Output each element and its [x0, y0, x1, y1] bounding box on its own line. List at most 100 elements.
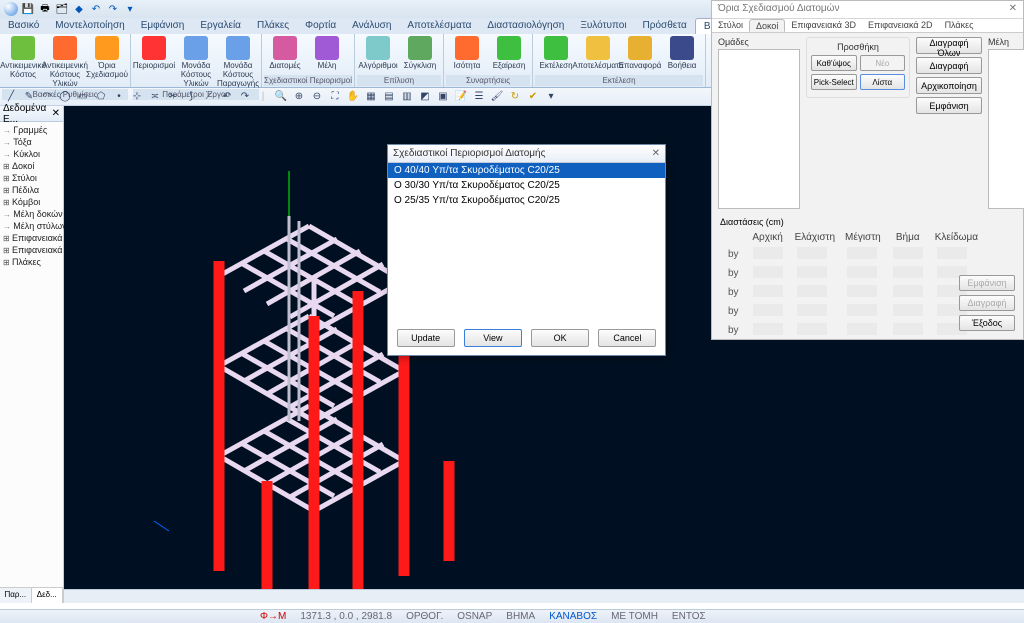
- ribbon-button[interactable]: Μονάδα Κόστους Υλικών: [175, 35, 217, 89]
- dropdown-icon[interactable]: ▾: [123, 2, 137, 16]
- ribbon-button[interactable]: Περιορισμοί: [133, 35, 175, 89]
- tool-zoomfit-icon[interactable]: ⛶: [327, 90, 343, 104]
- side-panel-tab[interactable]: Παρ...: [0, 588, 32, 603]
- dialog-list[interactable]: O 40/40 Υπ/τα Σκυροδέματος C20/25O 30/30…: [388, 163, 665, 323]
- tool-check-icon[interactable]: ✔: [525, 90, 541, 104]
- tool-front-icon[interactable]: ▦: [363, 90, 379, 104]
- tool-rect-icon[interactable]: ▭: [75, 90, 91, 104]
- tree-node[interactable]: Επιφανειακά 2: [3, 232, 60, 244]
- status-item[interactable]: ΜΕ ΤΟΜΗ: [611, 611, 658, 622]
- dims-cell[interactable]: [847, 323, 877, 335]
- tool-redo-icon[interactable]: ↷: [237, 90, 253, 104]
- status-item[interactable]: ΕΝΤΟΣ: [672, 611, 706, 622]
- dims-cell[interactable]: [893, 304, 923, 316]
- status-item[interactable]: ΚΑΝΑΒΟΣ: [549, 611, 597, 622]
- app-orb-icon[interactable]: [4, 2, 18, 16]
- ribbon-tab[interactable]: Βασικό: [0, 18, 47, 34]
- ribbon-tab[interactable]: Ανάλυση: [344, 18, 399, 34]
- tree-node[interactable]: Κόμβοι: [3, 196, 60, 208]
- side-footer-button[interactable]: Εμφάνιση: [959, 275, 1015, 291]
- dims-cell[interactable]: [937, 247, 967, 259]
- ribbon-button[interactable]: Μονάδα Κόστους Παραγωγής: [217, 35, 259, 89]
- dims-cell[interactable]: [893, 285, 923, 297]
- dims-cell[interactable]: [847, 285, 877, 297]
- tree-node[interactable]: Δοκοί: [3, 160, 60, 172]
- tree-node[interactable]: Κύκλοι: [3, 148, 60, 160]
- dims-cell[interactable]: [797, 247, 827, 259]
- dims-cell[interactable]: [753, 285, 783, 297]
- redo-icon[interactable]: ↷: [106, 2, 120, 16]
- tree-node[interactable]: Μέλη στύλων: [3, 220, 60, 232]
- ribbon-button[interactable]: Αλγόριθμοι: [357, 35, 399, 75]
- dims-cell[interactable]: [797, 323, 827, 335]
- side-footer-button[interactable]: Έξοδος: [959, 315, 1015, 331]
- ribbon-tab[interactable]: Ξυλότυποι: [572, 18, 634, 34]
- tool-poly-icon[interactable]: ⬠: [93, 90, 109, 104]
- tool-iso-icon[interactable]: ◩: [417, 90, 433, 104]
- side-dialog-tab[interactable]: Δοκοί: [749, 19, 785, 32]
- side-action-button[interactable]: Διαγραφή Όλων: [916, 37, 982, 54]
- tool-break-icon[interactable]: ≍: [147, 90, 163, 104]
- dims-cell[interactable]: [847, 266, 877, 278]
- list-button[interactable]: Λίστα: [860, 74, 906, 90]
- side-dialog-tab[interactable]: Πλάκες: [939, 19, 980, 32]
- pick-select-button[interactable]: Pick-Select: [811, 74, 857, 90]
- tool-line-icon[interactable]: ╱: [3, 90, 19, 104]
- tree-node[interactable]: Μέλη δοκών: [3, 208, 60, 220]
- dims-cell[interactable]: [847, 304, 877, 316]
- tree-node[interactable]: Πέδιλα: [3, 184, 60, 196]
- tool-snap-icon[interactable]: ⊹: [129, 90, 145, 104]
- cancel-button[interactable]: Cancel: [598, 329, 656, 347]
- viewport-hscroll[interactable]: [64, 589, 1024, 603]
- dims-cell[interactable]: [847, 247, 877, 259]
- ribbon-button[interactable]: Εξαίρεση: [488, 35, 530, 75]
- layers-icon[interactable]: 🗂: [55, 2, 69, 16]
- tool-circle-icon[interactable]: ◯: [57, 90, 73, 104]
- side-panel-close-icon[interactable]: ✕: [52, 108, 60, 119]
- ribbon-button[interactable]: Όρια Σχεδιασμού: [86, 35, 128, 89]
- tree-node[interactable]: Πλάκες: [3, 256, 60, 268]
- kath-button[interactable]: Καθ'ύψος: [811, 55, 857, 71]
- tool-layers-icon[interactable]: ☰: [471, 90, 487, 104]
- ribbon-tab[interactable]: Πρόσθετα: [635, 18, 695, 34]
- tool-down-icon[interactable]: ▾: [543, 90, 559, 104]
- status-item[interactable]: ΟΡΘΟΓ.: [406, 611, 443, 622]
- ribbon-button[interactable]: Αντικειμενική Κόστους Υλικών: [44, 35, 86, 89]
- ribbon-tab[interactable]: Εργαλεία: [192, 18, 249, 34]
- ribbon-tab[interactable]: Μοντελοποίηση: [47, 18, 132, 34]
- members-listbox[interactable]: [988, 49, 1024, 209]
- ribbon-button[interactable]: Βοήθεια: [661, 35, 703, 75]
- side-action-button[interactable]: Εμφάνιση: [916, 97, 982, 114]
- dims-cell[interactable]: [753, 247, 783, 259]
- ribbon-button[interactable]: Επαναφορά: [619, 35, 661, 75]
- tool-zoomin-icon[interactable]: ⊕: [291, 90, 307, 104]
- tool-top-icon[interactable]: ▥: [399, 90, 415, 104]
- ribbon-tab[interactable]: Αποτελέσματα: [399, 18, 479, 34]
- tool-cut-icon[interactable]: ✂: [165, 90, 181, 104]
- ribbon-button[interactable]: Μέλη: [306, 35, 348, 75]
- ribbon-button[interactable]: Αντικειμενικό Κόστος: [2, 35, 44, 89]
- dims-cell[interactable]: [797, 304, 827, 316]
- undo-icon[interactable]: ↶: [89, 2, 103, 16]
- shape-icon[interactable]: ◆: [72, 2, 86, 16]
- dims-cell[interactable]: [893, 323, 923, 335]
- ribbon-tab[interactable]: Διαστασιολόγηση: [479, 18, 572, 34]
- dims-cell[interactable]: [893, 247, 923, 259]
- dialog-list-item[interactable]: O 40/40 Υπ/τα Σκυροδέματος C20/25: [388, 163, 665, 178]
- ribbon-tab[interactable]: Πλάκες: [249, 18, 297, 34]
- ribbon-button[interactable]: Ισότητα: [446, 35, 488, 75]
- tool-render-icon[interactable]: 🖌: [489, 90, 505, 104]
- side-dialog-tab[interactable]: Στύλοι: [712, 19, 749, 32]
- side-dialog-tab[interactable]: Επιφανειακά 3D: [785, 19, 862, 32]
- side-footer-button[interactable]: Διαγραφή: [959, 295, 1015, 311]
- side-action-button[interactable]: Διαγραφή: [916, 57, 982, 74]
- tool-trim-icon[interactable]: ⟋: [201, 90, 217, 104]
- tool-arc2-icon[interactable]: ⟆: [183, 90, 199, 104]
- dims-cell[interactable]: [893, 266, 923, 278]
- status-item[interactable]: OSNAP: [457, 611, 492, 622]
- tree-node[interactable]: Στύλοι: [3, 172, 60, 184]
- dims-cell[interactable]: [797, 285, 827, 297]
- tool-zoomwin-icon[interactable]: 🔍: [273, 90, 289, 104]
- update-button[interactable]: Update: [397, 329, 455, 347]
- ribbon-button[interactable]: Αποτελέσματα: [577, 35, 619, 75]
